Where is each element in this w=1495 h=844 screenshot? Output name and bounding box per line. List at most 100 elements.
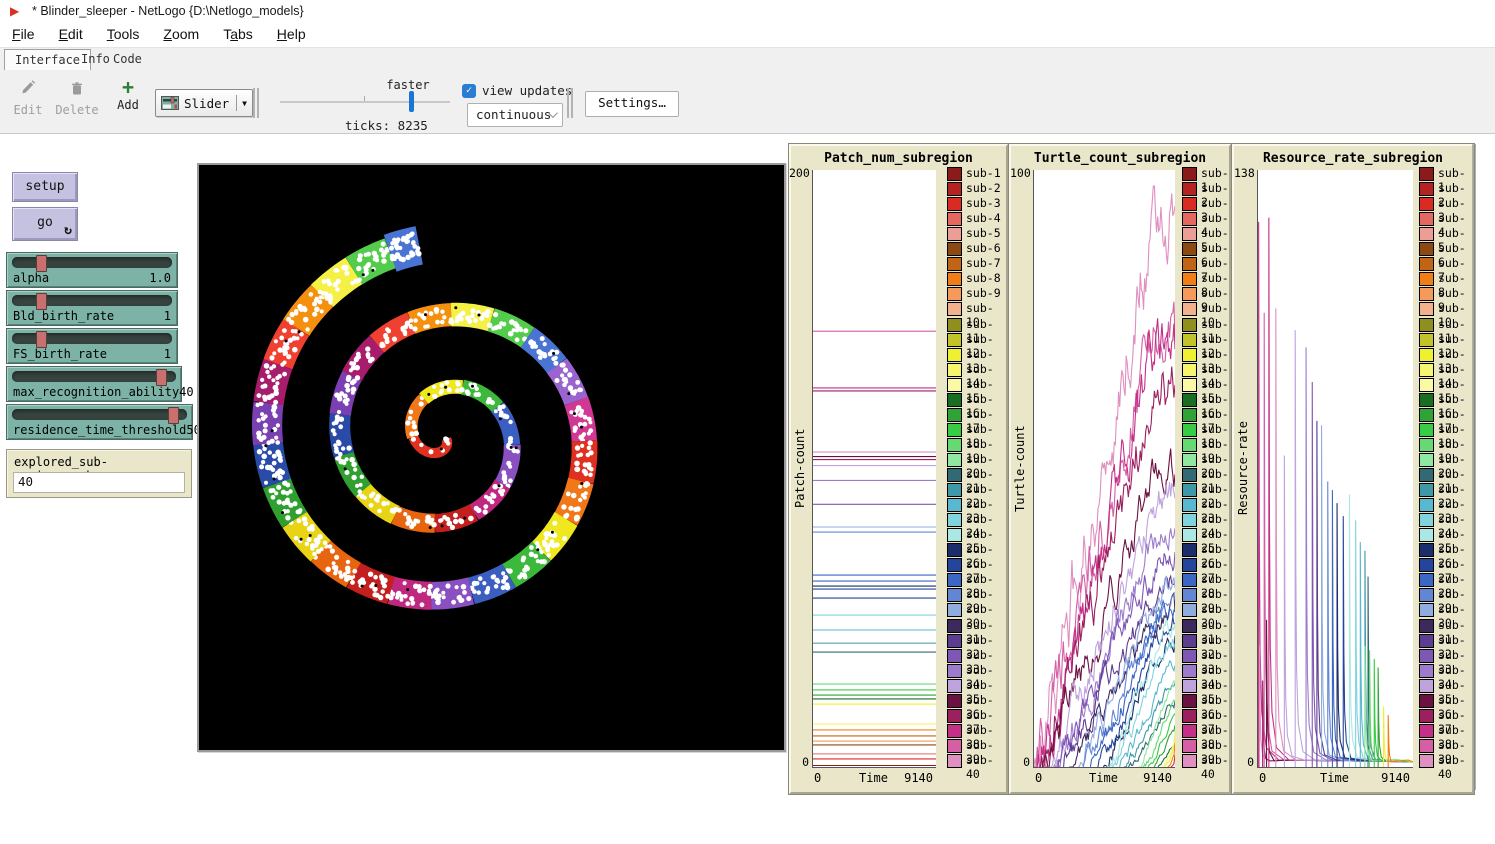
legend-entry: sub-9	[947, 286, 1004, 301]
legend-entry: sub-5	[1182, 226, 1227, 241]
slider-value: 1	[164, 309, 171, 323]
slider-handle[interactable]	[36, 255, 47, 272]
legend-swatch-sub-7	[1419, 257, 1434, 271]
pencil-icon	[20, 80, 36, 98]
chevron-down-icon: ▼	[242, 99, 247, 108]
delete-button[interactable]: Delete	[54, 80, 100, 117]
widget-type-dropdown[interactable]: Slider ▼	[155, 89, 253, 117]
add-button[interactable]: + Add	[110, 78, 146, 112]
legend-swatch-sub-38	[1419, 724, 1434, 738]
tab-code[interactable]: Code	[103, 49, 152, 69]
speed-slider-handle[interactable]	[409, 91, 414, 112]
plot-title: Turtle_count_subregion	[1011, 151, 1229, 166]
legend-swatch-sub-40	[1419, 754, 1434, 768]
legend-label: sub-8	[966, 271, 1001, 285]
slider-handle[interactable]	[36, 293, 47, 310]
legend-swatch-sub-3	[1182, 197, 1197, 211]
slider-label: residence_time_threshold	[13, 423, 186, 437]
slider-bld_birth_rate[interactable]: Bld_birth_rate1	[6, 290, 178, 326]
setup-button[interactable]: setup	[12, 172, 78, 202]
legend-entry: sub-8	[1419, 271, 1470, 286]
legend-swatch-sub-24	[1182, 513, 1197, 527]
menu-file[interactable]: File	[8, 22, 39, 47]
legend-entry: sub-27	[1419, 557, 1470, 572]
faster-label: faster	[383, 78, 433, 92]
slider-max_recognition_ability[interactable]: max_recognition_ability40	[6, 366, 182, 402]
slider-value: 1.0	[149, 271, 171, 285]
legend-entry: sub-36	[1419, 693, 1470, 708]
legend-entry: sub-26	[1419, 542, 1470, 557]
view-updates-checkbox[interactable]: ✓	[462, 84, 476, 98]
menu-zoom[interactable]: Zoom	[159, 22, 203, 47]
menu-edit[interactable]: Edit	[55, 22, 87, 47]
legend-swatch-sub-31	[1182, 619, 1197, 633]
plot-area	[1257, 170, 1413, 768]
legend-entry: sub-15	[1182, 377, 1227, 392]
legend-entry: sub-11	[1419, 317, 1470, 332]
legend-entry: sub-39	[947, 738, 1004, 753]
legend-entry: sub-8	[947, 271, 1004, 286]
add-button-label: Add	[110, 98, 146, 112]
speed-slider-center-tick	[364, 96, 365, 101]
legend-swatch-sub-39	[947, 739, 962, 753]
legend-swatch-sub-11	[1182, 318, 1197, 332]
legend-swatch-sub-20	[947, 453, 962, 467]
window-title: * Blinder_sleeper - NetLogo {D:\Netlogo_…	[32, 0, 304, 22]
toolbar-separator	[567, 88, 573, 118]
legend-swatch-sub-11	[947, 318, 962, 332]
slider-handle[interactable]	[36, 331, 47, 348]
legend-entry: sub-14	[1182, 362, 1227, 377]
legend-entry: sub-11	[947, 317, 1004, 332]
legend-entry: sub-36	[1182, 693, 1227, 708]
legend-entry: sub-37	[1419, 708, 1470, 723]
settings-button[interactable]: Settings…	[585, 91, 679, 117]
legend-swatch-sub-28	[1182, 573, 1197, 587]
slider-alpha[interactable]: alpha1.0	[6, 252, 178, 288]
slider-residence_time_threshold[interactable]: residence_time_threshold500	[6, 404, 193, 440]
legend-entry: sub-28	[947, 572, 1004, 587]
legend-swatch-sub-17	[1419, 408, 1434, 422]
legend-entry: sub-1	[1182, 166, 1227, 181]
legend-swatch-sub-31	[947, 619, 962, 633]
legend-entry: sub-14	[947, 362, 1004, 377]
edit-button[interactable]: Edit	[8, 80, 48, 117]
legend-swatch-sub-8	[1182, 272, 1197, 286]
trash-icon	[69, 80, 85, 98]
legend-entry: sub-26	[1182, 542, 1227, 557]
menu-help[interactable]: Help	[273, 22, 310, 47]
legend-swatch-sub-4	[947, 212, 962, 226]
menu-tools[interactable]: Tools	[103, 22, 144, 47]
go-button[interactable]: go ↻	[12, 207, 78, 241]
legend-swatch-sub-36	[947, 694, 962, 708]
legend-swatch-sub-20	[1182, 453, 1197, 467]
slider-handle[interactable]	[168, 407, 179, 424]
legend-entry: sub-16	[1182, 392, 1227, 407]
legend-swatch-sub-38	[1182, 724, 1197, 738]
slider-widget-icon	[161, 96, 179, 110]
legend-swatch-sub-2	[947, 182, 962, 196]
legend-swatch-sub-25	[1419, 528, 1434, 542]
legend-entry: sub-32	[947, 633, 1004, 648]
legend-swatch-sub-16	[947, 393, 962, 407]
legend-entry: sub-16	[947, 392, 1004, 407]
slider-fs_birth_rate[interactable]: FS_birth_rate1	[6, 328, 178, 364]
legend-swatch-sub-27	[947, 558, 962, 572]
legend-label: sub-2	[966, 181, 1001, 195]
menu-tabs[interactable]: Tabs	[219, 22, 257, 47]
legend-swatch-sub-9	[1419, 287, 1434, 301]
plot-title: Resource_rate_subregion	[1234, 151, 1472, 166]
legend-swatch-sub-22	[947, 483, 962, 497]
legend-entry: sub-1	[1419, 166, 1470, 181]
delete-button-label: Delete	[54, 103, 100, 117]
slider-handle[interactable]	[156, 369, 167, 386]
legend-swatch-sub-15	[1182, 378, 1197, 392]
legend-swatch-sub-9	[1182, 287, 1197, 301]
legend-swatch-sub-3	[1419, 197, 1434, 211]
legend-entry: sub-14	[1419, 362, 1470, 377]
legend-swatch-sub-7	[947, 257, 962, 271]
legend-entry: sub-29	[1182, 587, 1227, 602]
update-mode-dropdown[interactable]: continuous	[467, 103, 563, 127]
slider-label: FS_birth_rate	[13, 347, 107, 361]
speed-slider-track[interactable]	[280, 101, 450, 103]
legend-entry: sub-9	[1182, 286, 1227, 301]
